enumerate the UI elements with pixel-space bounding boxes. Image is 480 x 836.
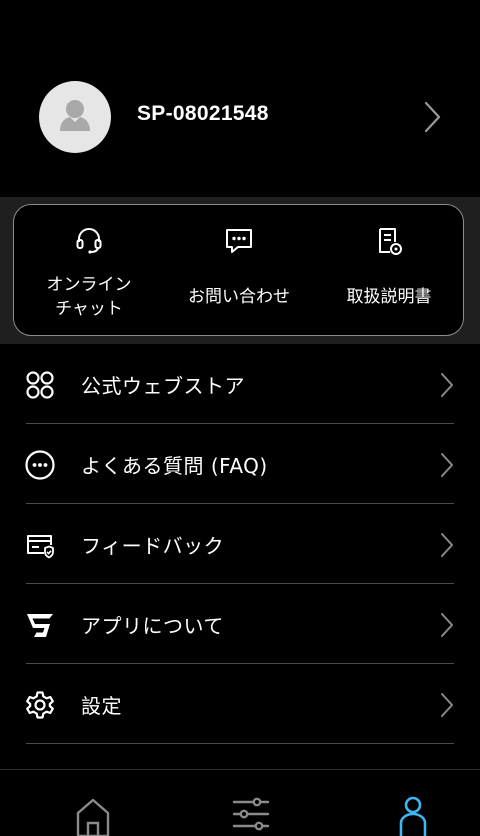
menu-item-settings[interactable]: 設定 xyxy=(0,664,480,744)
chevron-right-icon xyxy=(441,533,453,557)
profile-header[interactable]: SP-08021548 xyxy=(0,0,480,197)
quick-actions-card: オンライン チャット お問い合わせ 取扱説明書 xyxy=(13,204,464,336)
app-logo-icon xyxy=(27,614,53,637)
tab-controls[interactable] xyxy=(232,796,270,836)
chevron-right-icon xyxy=(441,613,453,637)
online-chat-label: オンライン チャット xyxy=(46,275,132,319)
profile-icon xyxy=(399,796,427,836)
manual-icon xyxy=(379,228,402,255)
faq-dots-icon xyxy=(25,450,55,480)
tab-profile[interactable] xyxy=(396,796,430,836)
chevron-right-icon xyxy=(441,693,453,717)
chat-bubble-icon xyxy=(226,229,252,253)
sliders-icon xyxy=(232,797,270,831)
headset-icon xyxy=(76,228,102,254)
menu-item-label: よくある質問 (FAQ) xyxy=(81,454,268,478)
menu-item-web-store[interactable]: 公式ウェブストア xyxy=(0,344,480,424)
divider xyxy=(26,743,454,744)
chevron-right-icon xyxy=(424,101,441,133)
feedback-icon xyxy=(27,535,54,559)
chevron-right-icon xyxy=(441,373,453,397)
menu-item-label: 設定 xyxy=(81,694,122,718)
tab-home[interactable] xyxy=(75,796,111,836)
profile-user-id: SP-08021548 xyxy=(137,102,269,125)
chevron-right-icon xyxy=(441,453,453,477)
contact-button[interactable]: お問い合わせ xyxy=(164,205,314,337)
avatar-placeholder-icon xyxy=(60,100,90,131)
menu-item-label: 公式ウェブストア xyxy=(81,374,245,398)
menu-item-faq[interactable]: よくある質問 (FAQ) xyxy=(0,424,480,504)
avatar xyxy=(39,81,111,153)
gear-icon xyxy=(26,691,54,719)
menu-item-feedback[interactable]: フィードバック xyxy=(0,504,480,584)
menu-item-label: アプリについて xyxy=(81,614,224,638)
manual-button[interactable]: 取扱説明書 xyxy=(314,205,464,337)
contact-label: お問い合わせ xyxy=(188,287,290,307)
menu-item-label: フィードバック xyxy=(81,534,225,558)
menu-item-about-app[interactable]: アプリについて xyxy=(0,584,480,664)
bottom-tab-bar xyxy=(0,769,480,836)
store-grid-icon xyxy=(26,371,54,399)
home-icon xyxy=(76,798,110,836)
online-chat-button[interactable]: オンライン チャット xyxy=(14,205,164,337)
manual-label: 取扱説明書 xyxy=(346,287,432,307)
